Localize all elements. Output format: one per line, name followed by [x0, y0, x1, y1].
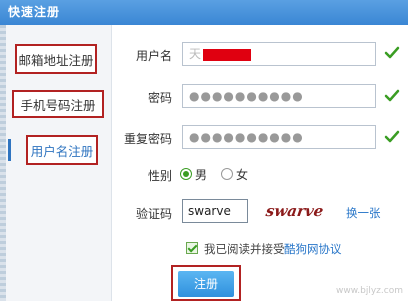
sidebar-item-phone[interactable]: 手机号码注册	[12, 90, 104, 118]
username-value: 天	[189, 47, 202, 61]
redaction-block	[203, 48, 252, 61]
valid-check-icon	[384, 89, 400, 102]
confirm-password-value: ●●●●●●●●●●	[189, 130, 304, 144]
window-titlebar: 快速注册	[0, 0, 408, 25]
gender-male-label: 男	[195, 168, 208, 182]
username-input[interactable]: 天	[182, 42, 376, 66]
agreement-link[interactable]: 酷狗网协议	[284, 241, 342, 257]
sidebar-item-label: 用户名注册	[30, 143, 94, 159]
agree-text: 我已阅读并接受	[204, 242, 285, 256]
left-edge-strip	[0, 25, 6, 301]
captcha-refresh-link[interactable]: 换一张	[346, 205, 381, 221]
password-value: ●●●●●●●●●●	[189, 89, 304, 103]
password-label: 密码	[147, 91, 172, 105]
captcha-value: swarve	[188, 204, 231, 218]
valid-check-icon	[384, 130, 400, 143]
gender-female-radio[interactable]	[221, 168, 233, 180]
agree-checkbox[interactable]	[186, 242, 198, 254]
username-label: 用户名	[135, 49, 172, 63]
sidebar-item-email[interactable]: 邮箱地址注册	[15, 44, 97, 74]
sidebar-item-username[interactable]: 用户名注册	[26, 135, 98, 165]
sidebar-item-label: 手机号码注册	[20, 97, 96, 113]
valid-check-icon	[384, 46, 400, 59]
confirm-password-input[interactable]: ●●●●●●●●●●	[182, 125, 376, 149]
captcha-label: 验证码	[135, 207, 172, 221]
active-indicator	[8, 139, 11, 161]
watermark: www.bjlyz.com	[336, 286, 403, 296]
password-input[interactable]: ●●●●●●●●●●	[182, 84, 376, 108]
register-button[interactable]: 注册	[178, 271, 234, 297]
gender-label: 性别	[147, 169, 172, 183]
captcha-image: swarve	[264, 200, 327, 222]
gender-female-label: 女	[236, 168, 249, 182]
captcha-input[interactable]: swarve	[182, 199, 248, 223]
sidebar-item-label: 邮箱地址注册	[18, 52, 94, 68]
gender-male-radio[interactable]	[180, 168, 192, 180]
window-title: 快速注册	[8, 5, 61, 19]
captcha-image-text: swarve	[264, 202, 325, 220]
confirm-password-label: 重复密码	[123, 132, 172, 146]
